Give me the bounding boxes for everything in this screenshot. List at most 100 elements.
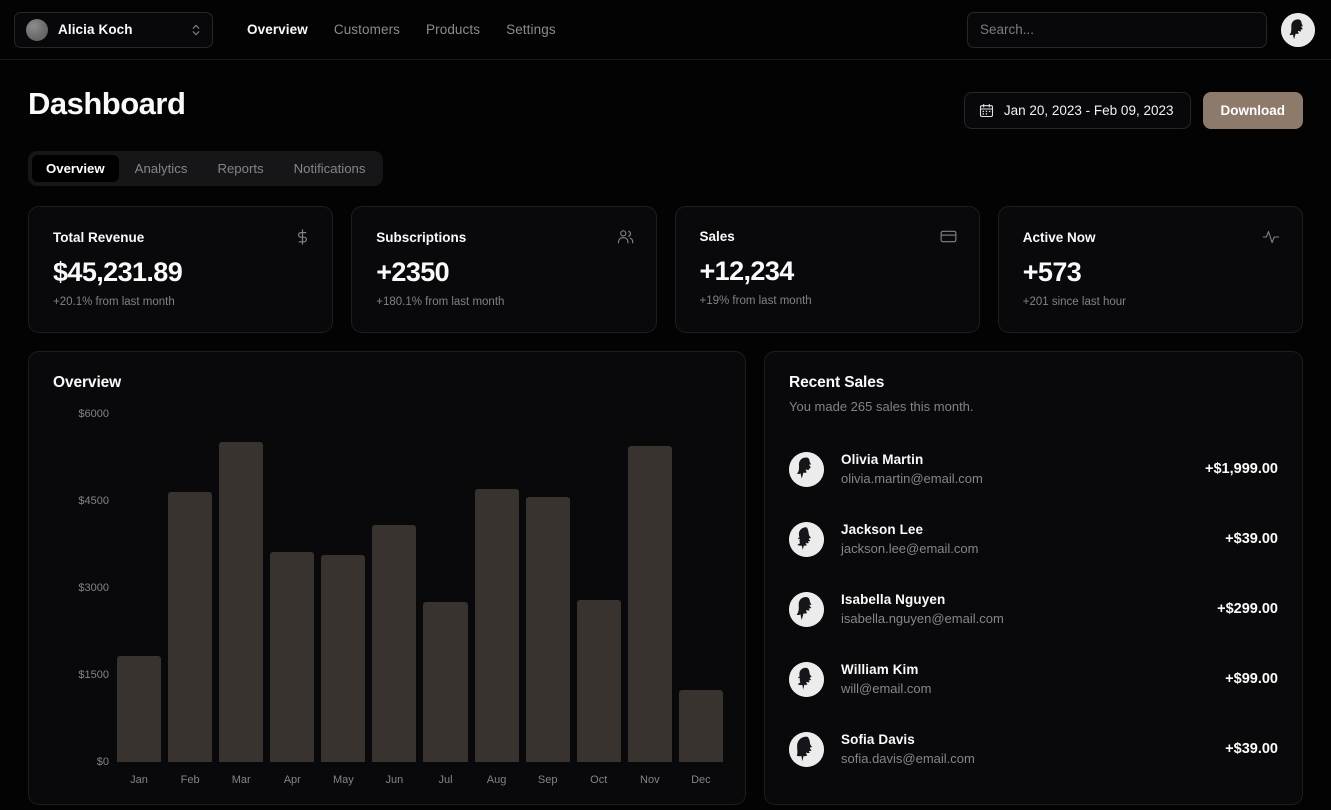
nav-link-customers[interactable]: Customers: [334, 22, 400, 37]
recent-sale-info: Sofia Davis sofia.davis@email.com: [841, 732, 975, 766]
recent-sale-email: isabella.nguyen@email.com: [841, 611, 1004, 626]
recent-sale-name: Olivia Martin: [841, 452, 924, 467]
chart-bar[interactable]: [168, 414, 213, 762]
chart-bar-fill: [576, 599, 621, 762]
tab-overview[interactable]: Overview: [32, 155, 119, 182]
chart-bar-fill: [525, 496, 570, 762]
chart-bar-fill: [117, 656, 162, 762]
stat-subtext: +20.1% from last month: [53, 296, 175, 308]
stat-card-subscriptions: Subscriptions +2350 +180.1% from last mo…: [351, 206, 657, 333]
chart-x-tick: May: [332, 774, 354, 786]
chart-y-tick: $6000: [78, 408, 109, 420]
stat-subtext: +180.1% from last month: [376, 296, 505, 308]
recent-sale-amount: +$99.00: [1225, 671, 1278, 687]
chart-bar[interactable]: [474, 414, 519, 762]
recent-sale-email: will@email.com: [841, 681, 932, 696]
chart-x-axis: Jan Feb Mar Apr May Jun Jul Aug Sep Oct Nov Dec: [117, 774, 723, 786]
chart-y-tick: $1500: [78, 669, 109, 681]
stat-card-active-now: Active Now +573 +201 since last hour: [997, 206, 1303, 333]
search-input[interactable]: [967, 11, 1267, 48]
credit-card-icon: [940, 230, 957, 243]
chart-bar-fill: [219, 441, 264, 762]
chart-bar-fill: [168, 491, 213, 762]
recent-sale-info: Jackson Lee jackson.lee@email.com: [841, 522, 978, 556]
chart-bar[interactable]: [270, 414, 315, 762]
overview-chart-title: Overview: [53, 374, 122, 391]
stat-title: Subscriptions: [376, 229, 467, 245]
stat-title: Active Now: [1022, 229, 1096, 245]
tab-notifications[interactable]: Notifications: [280, 155, 380, 182]
stat-card-header: Total Revenue: [53, 229, 310, 245]
chart-y-axis: $0 $1500 $3000 $4500 $6000: [53, 408, 109, 786]
chevron-up-down-icon: [192, 24, 200, 35]
chart-x-tick: Feb: [180, 774, 200, 786]
sale-avatar-icon: [789, 591, 824, 627]
chart-y-tick: $0: [96, 756, 109, 768]
page-title: Dashboard: [28, 86, 186, 121]
team-name-label: Alicia Koch: [58, 22, 133, 37]
page-header: Dashboard Jan 20, 2023 - Feb 09, 2023 Do…: [28, 86, 1303, 129]
chart-bar-fill: [474, 489, 519, 762]
recent-sale-row[interactable]: Olivia Martin olivia.martin@email.com +$1,…: [789, 434, 1278, 504]
chart-bar-fill: [321, 554, 366, 762]
recent-sale-email: olivia.martin@email.com: [841, 471, 983, 486]
sale-avatar-icon: [789, 451, 824, 487]
chart-bar-fill: [627, 445, 672, 762]
recent-sale-email: sofia.davis@email.com: [841, 751, 975, 766]
dashboard-page: Dashboard Jan 20, 2023 - Feb 09, 2023 Do…: [0, 60, 1331, 805]
chart-bar[interactable]: [117, 414, 162, 762]
nav-link-overview[interactable]: Overview: [247, 22, 308, 37]
calendar-icon: [979, 103, 993, 118]
chart-y-tick: $4500: [78, 495, 109, 507]
recent-sale-row[interactable]: Isabella Nguyen isabella.nguyen@email.com…: [789, 574, 1278, 644]
recent-sale-row[interactable]: Jackson Lee jackson.lee@email.com +$39.00: [789, 504, 1278, 574]
chart-bar[interactable]: [525, 414, 570, 762]
recent-sale-row[interactable]: William Kim will@email.com +$99.00: [789, 644, 1278, 714]
page-header-actions: Jan 20, 2023 - Feb 09, 2023 Download: [963, 92, 1303, 129]
recent-sale-name: Jackson Lee: [841, 522, 924, 537]
team-avatar-icon: [26, 18, 48, 41]
recent-sale-info: William Kim will@email.com: [841, 662, 932, 696]
recent-sale-info: Isabella Nguyen isabella.nguyen@email.com: [841, 592, 1004, 626]
stat-subtext: +19% from last month: [699, 295, 812, 307]
download-button[interactable]: Download: [1202, 92, 1303, 129]
recent-sale-info: Olivia Martin olivia.martin@email.com: [841, 452, 983, 486]
date-range-label: Jan 20, 2023 - Feb 09, 2023: [1003, 103, 1174, 118]
chart-x-tick: Aug: [486, 774, 507, 786]
main-navigation: Overview Customers Products Settings: [247, 22, 556, 37]
nav-link-products[interactable]: Products: [426, 22, 480, 37]
recent-sale-name: Sofia Davis: [841, 732, 915, 747]
date-range-picker[interactable]: Jan 20, 2023 - Feb 09, 2023: [963, 92, 1191, 129]
team-switcher[interactable]: Alicia Koch: [14, 11, 213, 48]
stat-card-header: Sales: [700, 229, 957, 244]
chart-y-tick: $3000: [78, 582, 109, 594]
recent-sale-row[interactable]: Sofia Davis sofia.davis@email.com +$39.00: [789, 714, 1278, 784]
user-avatar-icon[interactable]: [1281, 12, 1315, 47]
recent-sales-subtitle: You made 265 sales this month.: [789, 399, 974, 414]
sale-avatar-icon: [789, 731, 824, 767]
stat-value: +573: [1022, 257, 1082, 287]
chart-bar[interactable]: [321, 414, 366, 762]
chart-bar[interactable]: [627, 414, 672, 762]
tab-reports[interactable]: Reports: [203, 155, 277, 182]
dollar-icon: [298, 229, 308, 245]
recent-sale-name: William Kim: [841, 662, 919, 677]
recent-sale-amount: +$299.00: [1217, 601, 1278, 617]
tab-analytics[interactable]: Analytics: [121, 155, 202, 182]
recent-sales-list: Olivia Martin olivia.martin@email.com +$1,…: [789, 434, 1278, 784]
chart-bar[interactable]: [219, 414, 264, 762]
top-navigation-bar: Alicia Koch Overview Customers Products …: [0, 0, 1331, 60]
chart-bar-fill: [423, 601, 468, 762]
chart-x-tick: Jan: [130, 774, 148, 786]
chart-bar[interactable]: [576, 414, 621, 762]
nav-link-settings[interactable]: Settings: [506, 22, 556, 37]
recent-sale-name: Isabella Nguyen: [841, 592, 946, 607]
recent-sales-card: Recent Sales You made 265 sales this mon…: [764, 351, 1303, 805]
chart-x-tick: Sep: [537, 774, 558, 786]
chart-bar[interactable]: [423, 414, 468, 762]
chart-bar[interactable]: [372, 414, 417, 762]
chart-bar[interactable]: [678, 414, 723, 762]
chart-plot-area: [117, 414, 723, 762]
stat-value: +12,234: [699, 256, 795, 286]
dashboard-tabs: Overview Analytics Reports Notifications: [28, 151, 384, 186]
